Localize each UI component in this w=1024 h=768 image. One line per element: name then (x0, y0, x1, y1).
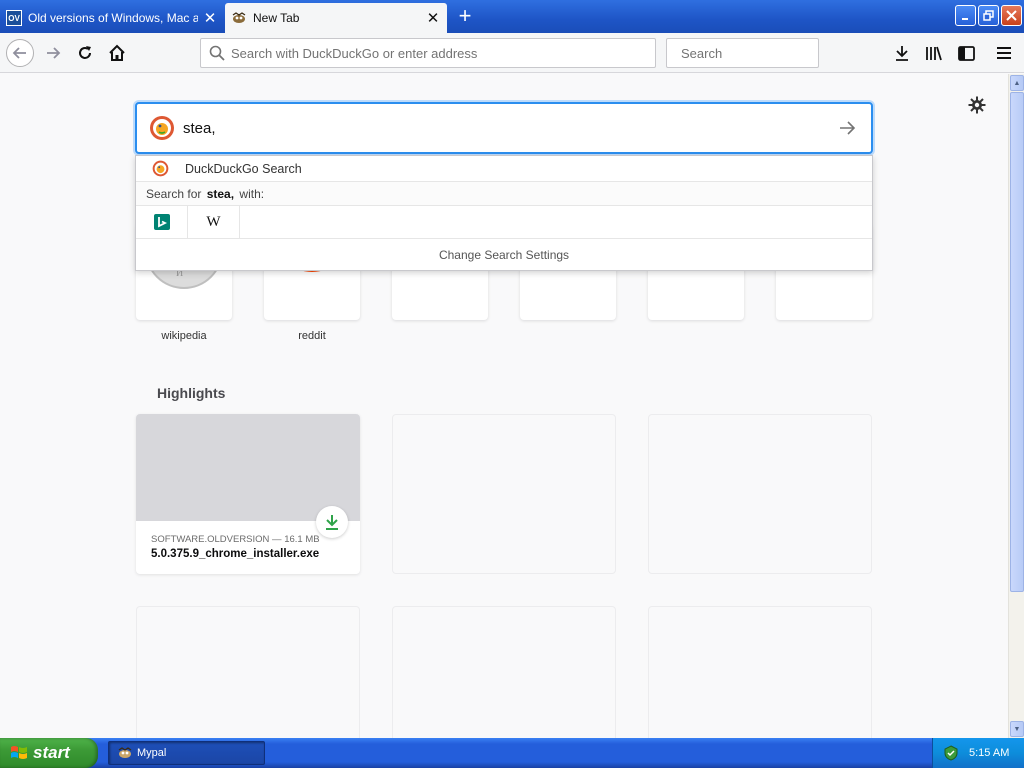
forward-arrow-icon (47, 47, 61, 59)
start-label: start (33, 743, 70, 762)
restore-icon (983, 10, 994, 21)
search-for-prefix: Search for (146, 186, 202, 201)
system-tray: 5:15 AM (932, 738, 1024, 768)
windows-flag-icon (11, 746, 27, 759)
minimize-button[interactable] (955, 5, 976, 26)
bing-icon (153, 214, 170, 230)
reload-icon (79, 46, 91, 59)
minimize-icon (961, 17, 968, 20)
search-bar[interactable] (666, 38, 857, 68)
one-off-engines: W (136, 205, 872, 239)
engine-bing-button[interactable] (136, 205, 188, 239)
duckduckgo-icon (152, 160, 169, 177)
tab-new-tab[interactable]: New Tab ✕ (225, 3, 447, 33)
engine-wikipedia-button[interactable]: W (188, 205, 240, 239)
restore-button[interactable] (978, 5, 999, 26)
taskbar-window-mypal[interactable]: Mypal (108, 741, 265, 765)
library-button[interactable] (920, 39, 948, 67)
highlight-placeholder (648, 606, 872, 738)
new-tab-page: DuckDuckGo Search Search for stea, with:… (0, 74, 1008, 738)
taskbar-window-label: Mypal (137, 747, 167, 759)
taskbar: start Mypal 5:15 AM (0, 738, 1024, 768)
reload-button[interactable] (71, 39, 99, 67)
wikipedia-icon: W (206, 213, 221, 230)
scroll-down-button[interactable]: ▼ (1010, 721, 1024, 737)
search-for-suffix: with: (239, 186, 265, 201)
change-search-settings-button[interactable]: Change Search Settings (136, 239, 872, 270)
security-shield-icon[interactable] (943, 745, 959, 761)
back-arrow-icon (12, 47, 26, 59)
sidebar-icon (957, 45, 975, 61)
mypal-icon (118, 747, 132, 758)
oldversion-icon: OV (6, 10, 22, 26)
tab-title: New Tab (253, 11, 300, 25)
nav-toolbar (0, 33, 1024, 73)
window-close-button[interactable] (1001, 5, 1022, 26)
highlight-placeholder (648, 414, 872, 574)
back-button[interactable] (6, 39, 34, 67)
suggestion-label: DuckDuckGo Search (185, 161, 302, 176)
new-tab-button[interactable]: + (454, 5, 476, 28)
scroll-up-button[interactable]: ▲ (1010, 75, 1024, 91)
menu-button[interactable] (990, 39, 1018, 67)
scroll-thumb[interactable] (1010, 92, 1024, 592)
highlights-heading: Highlights (157, 385, 226, 401)
address-input[interactable] (231, 45, 655, 61)
close-icon[interactable]: ✕ (202, 10, 218, 27)
tab-strip: OV Old versions of Windows, Mac and ✕ Ne… (0, 0, 1024, 33)
highlight-placeholder (136, 606, 360, 738)
search-icon (209, 45, 225, 61)
top-site-label: wikipedia (161, 330, 207, 342)
clock: 5:15 AM (969, 747, 1010, 759)
close-icon (1006, 10, 1017, 21)
library-icon (926, 46, 942, 61)
hamburger-menu-icon (997, 47, 1011, 59)
home-icon (109, 44, 125, 61)
forward-button[interactable] (39, 39, 67, 67)
gear-icon (968, 96, 986, 114)
newtab-search-box[interactable] (135, 102, 873, 154)
download-icon (326, 515, 338, 530)
highlight-placeholder (392, 414, 616, 574)
tab-title: Old versions of Windows, Mac and (28, 11, 198, 25)
vertical-scrollbar[interactable]: ▲ ▼ (1008, 74, 1024, 738)
sidebar-button[interactable] (952, 39, 980, 67)
download-icon (896, 46, 908, 61)
highlight-card[interactable]: SOFTWARE.OLDVERSION — 16.1 MB 5.0.375.9_… (136, 414, 360, 574)
start-button[interactable]: start (0, 738, 98, 768)
downloads-button[interactable] (888, 39, 916, 67)
download-badge (316, 506, 348, 538)
highlight-thumbnail (136, 414, 360, 521)
duckduckgo-icon (150, 116, 174, 140)
address-bar[interactable] (200, 38, 656, 68)
close-icon[interactable]: ✕ (425, 10, 441, 27)
mypal-icon (231, 10, 247, 26)
highlight-placeholder (392, 606, 616, 738)
search-input[interactable] (681, 45, 857, 61)
home-button[interactable] (103, 39, 131, 67)
highlight-source: SOFTWARE.OLDVERSION — 16.1 MB (151, 534, 320, 545)
search-for-term: stea, (206, 186, 235, 201)
page-settings-button[interactable] (966, 94, 988, 116)
suggestion-duckduckgo-search[interactable]: DuckDuckGo Search (136, 156, 872, 182)
newtab-search-input[interactable] (183, 119, 835, 137)
search-for-header: Search for stea, with: (136, 182, 872, 206)
highlight-title: 5.0.375.9_chrome_installer.exe (151, 548, 320, 560)
search-submit-button[interactable] (835, 116, 859, 140)
search-suggestions-panel: DuckDuckGo Search Search for stea, with:… (135, 155, 873, 271)
arrow-right-icon (840, 121, 856, 135)
top-site-label: reddit (298, 330, 326, 342)
tab-oldversion[interactable]: OV Old versions of Windows, Mac and ✕ (0, 3, 224, 33)
